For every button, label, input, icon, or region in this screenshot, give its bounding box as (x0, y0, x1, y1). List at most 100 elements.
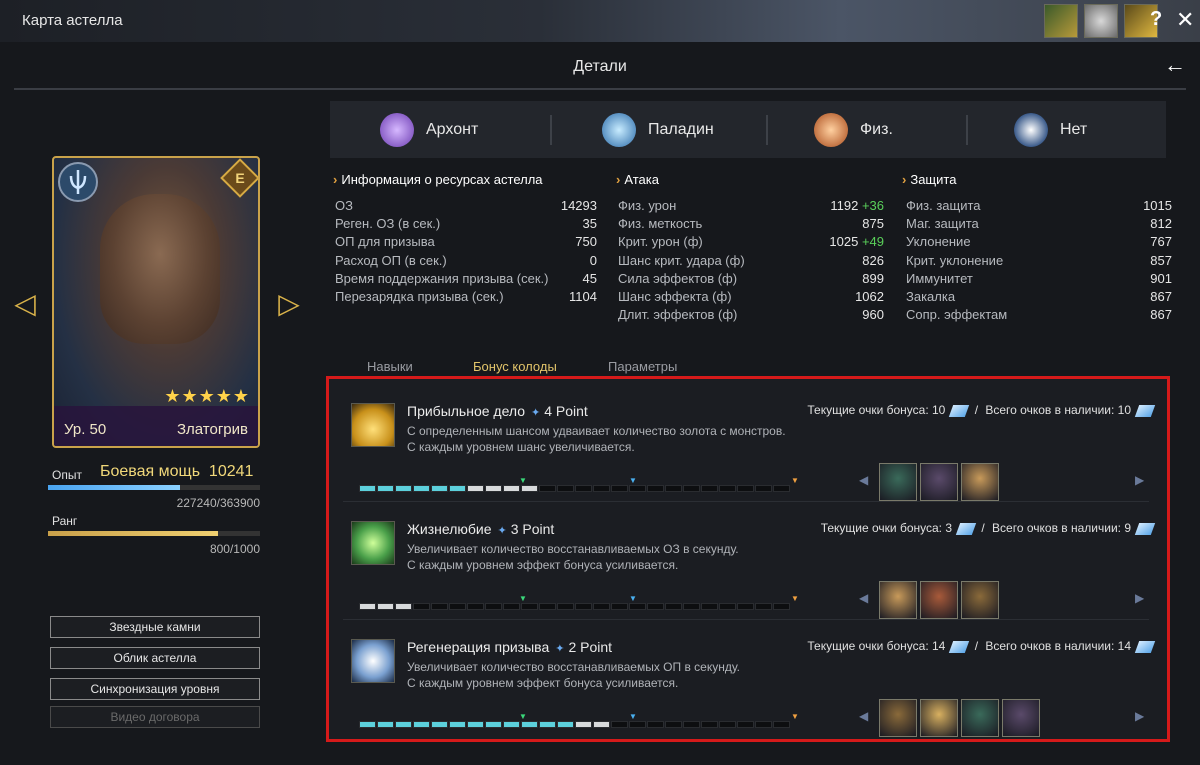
stat-value: 1015 (1143, 198, 1172, 213)
rank-value: 800/1000 (209, 542, 260, 556)
stat-value: 857 (1150, 252, 1172, 268)
hero-next-icon[interactable]: ▶ (1135, 709, 1144, 723)
stat-label: Длит. эффектов (ф) (618, 307, 738, 323)
stat-value: 14293 (560, 198, 597, 213)
stat-label: Физ. урон (618, 198, 677, 213)
bonus-row: Регенерация призыва2 Point Увеличивает ко… (347, 619, 1156, 737)
astel-skin-button[interactable]: Облик астелла (50, 647, 260, 669)
stat-label: Физ. меткость (618, 216, 703, 232)
stat-value: 826 (862, 252, 884, 268)
blue-cross-icon (351, 639, 395, 683)
star-stones-button[interactable]: Звездные камни (50, 616, 260, 638)
hero-portrait[interactable] (920, 581, 958, 619)
bonus-row: Жизнелюбие3 Point Увеличивает количество … (347, 501, 1156, 619)
tag-archon: Архонт (380, 101, 478, 158)
milestone-marker: ▼ (629, 712, 637, 721)
stat-label: Закалка (906, 289, 956, 304)
stat-row: Сила эффектов (ф) 899 (618, 271, 884, 289)
hero-next-icon[interactable]: ▶ (1135, 473, 1144, 487)
stat-row: Физ. защита 1015 (906, 198, 1172, 216)
stat-row: Маг. защита 812 (906, 216, 1172, 234)
hero-portrait[interactable] (879, 581, 917, 619)
stat-value: 750 (575, 234, 597, 250)
milestone-marker: ▼ (791, 712, 799, 721)
gem-icon (949, 404, 970, 417)
stat-label: ОЗ (335, 198, 353, 213)
help-icon[interactable]: ? (1150, 8, 1162, 31)
level-sync-button[interactable]: Синхронизация уровня (50, 678, 260, 700)
exp-bar (48, 485, 260, 490)
star-rating: ★★★★★ (164, 386, 250, 406)
stat-row: Закалка 867 (906, 289, 1172, 307)
stat-value: 1192 +36 (830, 198, 884, 213)
gem-icon (949, 640, 970, 653)
hero-portrait[interactable] (879, 463, 917, 501)
stat-label: Шанс крит. удара (ф) (618, 252, 745, 268)
gem-icon (955, 522, 977, 535)
hero-portrait[interactable] (920, 463, 958, 501)
element-none-icon (1014, 112, 1048, 147)
tab-deck-bonus[interactable]: Бонус колоды (473, 359, 557, 374)
bonus-name: Жизнелюбие3 Point (407, 521, 554, 537)
bonus-row: Прибыльное дело4 Point С определенным шан… (347, 383, 1156, 501)
resources-heading: Информация о ресурсах астелла (333, 172, 542, 187)
hero-portrait[interactable] (961, 581, 999, 619)
previous-character-icon[interactable]: ◁ (6, 286, 44, 324)
deck-bonus-panel: Прибыльное дело4 Point С определенным шан… (326, 376, 1170, 742)
hero-portrait[interactable] (961, 463, 999, 501)
bonus-points: 3 Point (498, 521, 555, 537)
stat-bonus: +36 (858, 198, 884, 213)
stat-value: 767 (1150, 234, 1172, 250)
hero-prev-icon[interactable]: ◀ (859, 709, 868, 723)
hero-prev-icon[interactable]: ◀ (859, 473, 868, 487)
tab-parameters[interactable]: Параметры (608, 359, 677, 374)
tag-element: Нет (1014, 101, 1087, 158)
bonus-name: Прибыльное дело4 Point (407, 403, 588, 419)
archon-icon (380, 112, 414, 147)
quick-slot-thumbnail[interactable] (1044, 4, 1078, 38)
gem-icon (1134, 522, 1156, 535)
bonus-description: Увеличивает количество восстанавливаемых… (407, 660, 740, 690)
stat-row: Перезарядка призыва (сек.) 1104 (335, 289, 597, 307)
close-icon[interactable]: ✕ (1176, 7, 1194, 33)
hero-portrait[interactable] (1002, 699, 1040, 737)
exp-label: Опыт (52, 468, 82, 482)
contract-video-button: Видео договора (50, 706, 260, 728)
stat-row: Расход ОП (в сек.) 0 (335, 253, 597, 271)
bonus-points: 2 Point (555, 639, 612, 655)
bonus-description: С определенным шансом удваивает количест… (407, 424, 786, 454)
attack-heading: Атака (616, 172, 659, 187)
stat-label: Перезарядка призыва (сек.) (335, 289, 504, 304)
stat-label: Шанс эффекта (ф) (618, 289, 732, 304)
combat-power: Боевая мощь 10241 (100, 463, 254, 480)
hero-next-icon[interactable]: ▶ (1135, 591, 1144, 605)
stat-label: Крит. уклонение (906, 252, 1004, 268)
stat-label: Физ. защита (906, 198, 981, 213)
stat-value: 812 (1150, 216, 1172, 232)
stat-label: Крит. урон (ф) (618, 234, 703, 250)
bonus-description: Увеличивает количество восстанавливаемых… (407, 542, 739, 572)
back-arrow-icon[interactable]: ← (1164, 52, 1186, 78)
hero-portrait[interactable] (920, 699, 958, 737)
hero-prev-icon[interactable]: ◀ (859, 591, 868, 605)
stat-row: Физ. урон 1192 +36 (618, 198, 884, 216)
character-level: Ур. 50 (64, 421, 107, 438)
green-cross-icon (351, 521, 395, 565)
window-title: Карта астелла (22, 12, 123, 29)
stat-bonus: +49 (858, 234, 884, 250)
stat-row: Крит. урон (ф) 1025 +49 (618, 234, 884, 252)
milestone-marker: ▼ (629, 594, 637, 603)
tag-paladin: Паладин (602, 101, 714, 158)
hero-portrait[interactable] (961, 699, 999, 737)
stat-value: 35 (582, 216, 597, 232)
stat-value: 1025 +49 (829, 234, 884, 250)
milestone-marker: ▼ (629, 476, 637, 485)
stat-label: Уклонение (906, 234, 971, 250)
stat-value: 899 (862, 270, 884, 286)
stat-label: Реген. ОЗ (в сек.) (335, 216, 441, 232)
next-character-icon[interactable]: ▷ (270, 286, 308, 324)
tab-skills[interactable]: Навыки (367, 359, 413, 374)
quick-slot-thumbnail[interactable] (1084, 4, 1118, 38)
hero-portrait[interactable] (879, 699, 917, 737)
bonus-points-summary: Текущие очки бонуса: 14 / Всего очков в … (807, 639, 1156, 653)
